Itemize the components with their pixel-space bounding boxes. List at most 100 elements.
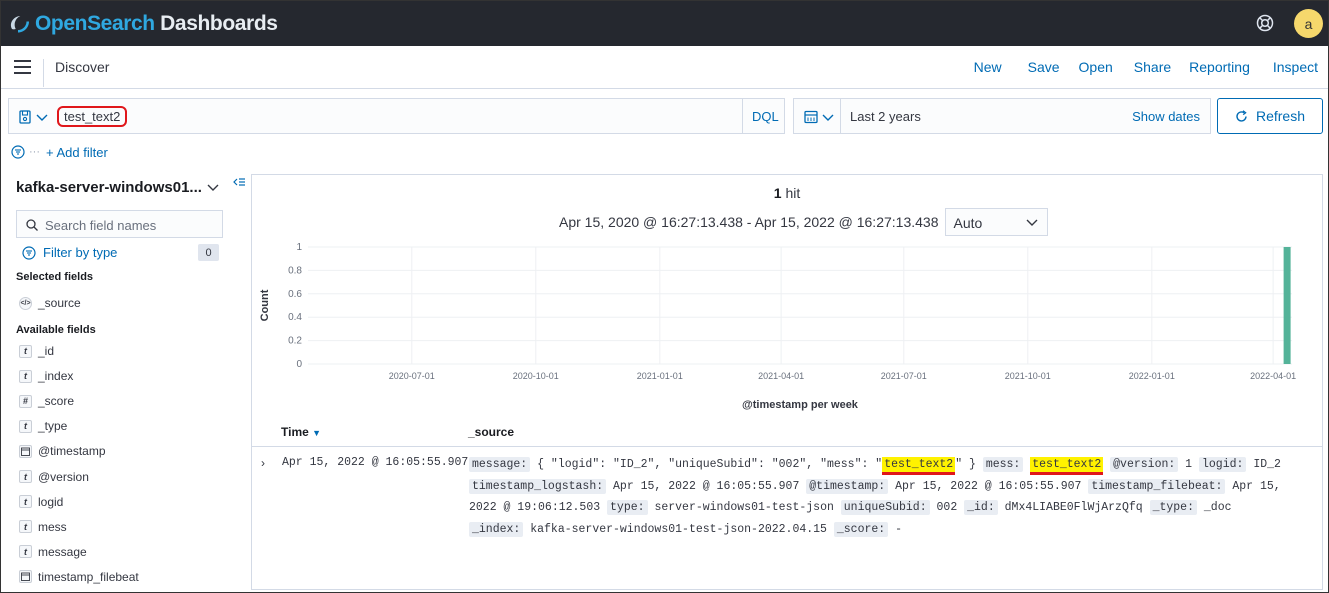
filter-icon xyxy=(22,245,36,260)
time-range-row: Apr 15, 2020 @ 16:27:13.438 - Apr 15, 20… xyxy=(559,208,1049,236)
string-field-icon: t xyxy=(19,495,32,509)
sort-desc-icon[interactable]: ▼ xyxy=(312,428,321,438)
reporting-link[interactable]: Reporting xyxy=(1189,59,1250,75)
x-tick-label: 2021-10-01 xyxy=(1005,371,1051,381)
brand-secondary-text: Dashboards xyxy=(160,11,278,35)
field-item[interactable]: timestamp_filebeat xyxy=(19,568,139,586)
interval-select[interactable]: Auto xyxy=(945,208,1049,236)
x-tick-label: 2020-10-01 xyxy=(513,371,559,381)
string-field-icon: t xyxy=(19,545,32,559)
row-timestamp: Apr 15, 2022 @ 16:05:55.907 xyxy=(282,456,469,469)
y-tick-label: 0.8 xyxy=(288,265,302,276)
string-field-icon: t xyxy=(19,419,32,433)
field-name: logid xyxy=(38,494,64,509)
field-item[interactable]: t _index xyxy=(19,367,73,385)
time-column-header[interactable]: Time ▼ xyxy=(281,425,321,439)
field-item[interactable]: t _id xyxy=(19,342,54,360)
new-link[interactable]: New xyxy=(974,59,1002,75)
y-axis-label: Count xyxy=(259,289,271,321)
string-field-icon: t xyxy=(19,470,32,483)
string-field-icon: t xyxy=(19,344,32,358)
field-item[interactable]: t _type xyxy=(19,417,67,435)
hit-count: 1 hit xyxy=(252,185,1322,201)
opensearch-logo-icon xyxy=(10,15,29,32)
top-header: OpenSearch Dashboards a xyxy=(1,1,1328,46)
string-field-icon: t xyxy=(19,520,32,534)
breadcrumb: Discover xyxy=(55,59,110,75)
app-subheader: Discover New Save Open Share Reporting I… xyxy=(1,46,1328,89)
interval-value: Auto xyxy=(953,215,983,231)
histogram-bar xyxy=(1283,247,1291,364)
field-item[interactable]: </> _source xyxy=(19,294,81,312)
divider xyxy=(742,99,743,133)
field-name: @version xyxy=(38,469,89,484)
query-language-button[interactable]: DQL xyxy=(752,109,779,124)
x-tick-label: 2022-01-01 xyxy=(1129,371,1175,381)
divider xyxy=(840,99,841,133)
date-field-icon xyxy=(19,570,32,584)
collapse-sidebar-icon[interactable] xyxy=(232,177,246,189)
y-tick-label: 0 xyxy=(296,359,302,370)
histogram-chart[interactable]: 1 0.8 0.6 0.4 0.2 0 2020-07-01 2020-10-01 2021-0… xyxy=(252,235,1322,415)
time-range-label[interactable]: Last 2 years xyxy=(850,109,921,124)
query-input[interactable]: test_text2 xyxy=(57,106,128,127)
results-panel: 1 hit Apr 15, 2020 @ 16:27:13.438 - Apr … xyxy=(251,174,1323,590)
opensearch-logo[interactable]: OpenSearch Dashboards xyxy=(9,12,278,36)
date-picker[interactable]: Last 2 years Show dates xyxy=(793,98,1211,134)
search-icon xyxy=(26,219,38,231)
x-tick-label: 2020-07-01 xyxy=(389,371,435,381)
saved-query-icon[interactable] xyxy=(17,109,51,125)
field-search-placeholder: Search field names xyxy=(45,218,157,233)
index-pattern-selector[interactable]: kafka-server-windows01... xyxy=(16,179,202,196)
calendar-icon[interactable] xyxy=(802,109,836,125)
field-name: _id xyxy=(38,344,55,358)
field-item[interactable]: t mess xyxy=(19,518,67,536)
inspect-link[interactable]: Inspect xyxy=(1273,59,1318,75)
filter-by-type-label: Filter by type xyxy=(43,245,118,260)
chevron-down-icon xyxy=(1026,219,1038,226)
field-item[interactable]: t @version xyxy=(19,468,89,486)
filter-separator: ··· xyxy=(29,146,40,158)
divider xyxy=(43,59,44,87)
field-item[interactable]: t logid xyxy=(19,493,63,511)
filter-options-icon[interactable] xyxy=(11,145,25,159)
field-name: timestamp_filebeat xyxy=(38,569,139,584)
save-link[interactable]: Save xyxy=(1028,59,1060,75)
show-dates-button[interactable]: Show dates xyxy=(1132,109,1200,124)
field-name: @timestamp xyxy=(38,444,106,459)
refresh-button[interactable]: Refresh xyxy=(1217,98,1323,134)
filter-by-type-button[interactable]: Filter by type xyxy=(22,245,117,260)
x-axis-label: @timestamp per week xyxy=(742,399,859,411)
y-tick-label: 0.6 xyxy=(288,289,302,300)
x-tick-label: 2021-01-01 xyxy=(637,371,683,381)
refresh-icon xyxy=(1236,109,1247,122)
help-icon[interactable] xyxy=(1255,13,1275,33)
chevron-down-icon[interactable] xyxy=(207,183,219,193)
x-tick-label: 2021-07-01 xyxy=(881,371,927,381)
field-search-input[interactable]: Search field names xyxy=(16,210,223,238)
y-tick-label: 0.2 xyxy=(288,336,302,347)
field-name: _score xyxy=(38,394,75,409)
number-field-icon: # xyxy=(19,394,32,408)
user-avatar[interactable]: a xyxy=(1294,9,1323,38)
field-name: _type xyxy=(38,419,68,434)
add-filter-button[interactable]: + Add filter xyxy=(46,145,108,160)
expand-row-icon[interactable]: › xyxy=(261,456,265,470)
hamburger-menu-icon[interactable] xyxy=(14,60,31,74)
field-item[interactable]: @timestamp xyxy=(19,442,106,460)
hit-count-label: hit xyxy=(785,185,801,201)
date-field-icon xyxy=(19,444,32,458)
source-field-icon: </> xyxy=(19,296,32,310)
source-column-header: _source xyxy=(468,425,515,439)
y-tick-label: 0.4 xyxy=(288,312,302,323)
query-bar[interactable]: test_text2 DQL xyxy=(8,98,785,134)
available-fields-title: Available fields xyxy=(16,324,96,336)
time-column-label: Time xyxy=(281,425,309,439)
field-item[interactable]: t message xyxy=(19,543,87,561)
share-link[interactable]: Share xyxy=(1134,59,1171,75)
field-item[interactable]: # _score xyxy=(19,392,74,410)
open-link[interactable]: Open xyxy=(1079,59,1113,75)
field-name: _source xyxy=(38,296,81,310)
x-tick-label: 2021-04-01 xyxy=(758,371,804,381)
time-range-text: Apr 15, 2020 @ 16:27:13.438 - Apr 15, 20… xyxy=(559,214,939,230)
